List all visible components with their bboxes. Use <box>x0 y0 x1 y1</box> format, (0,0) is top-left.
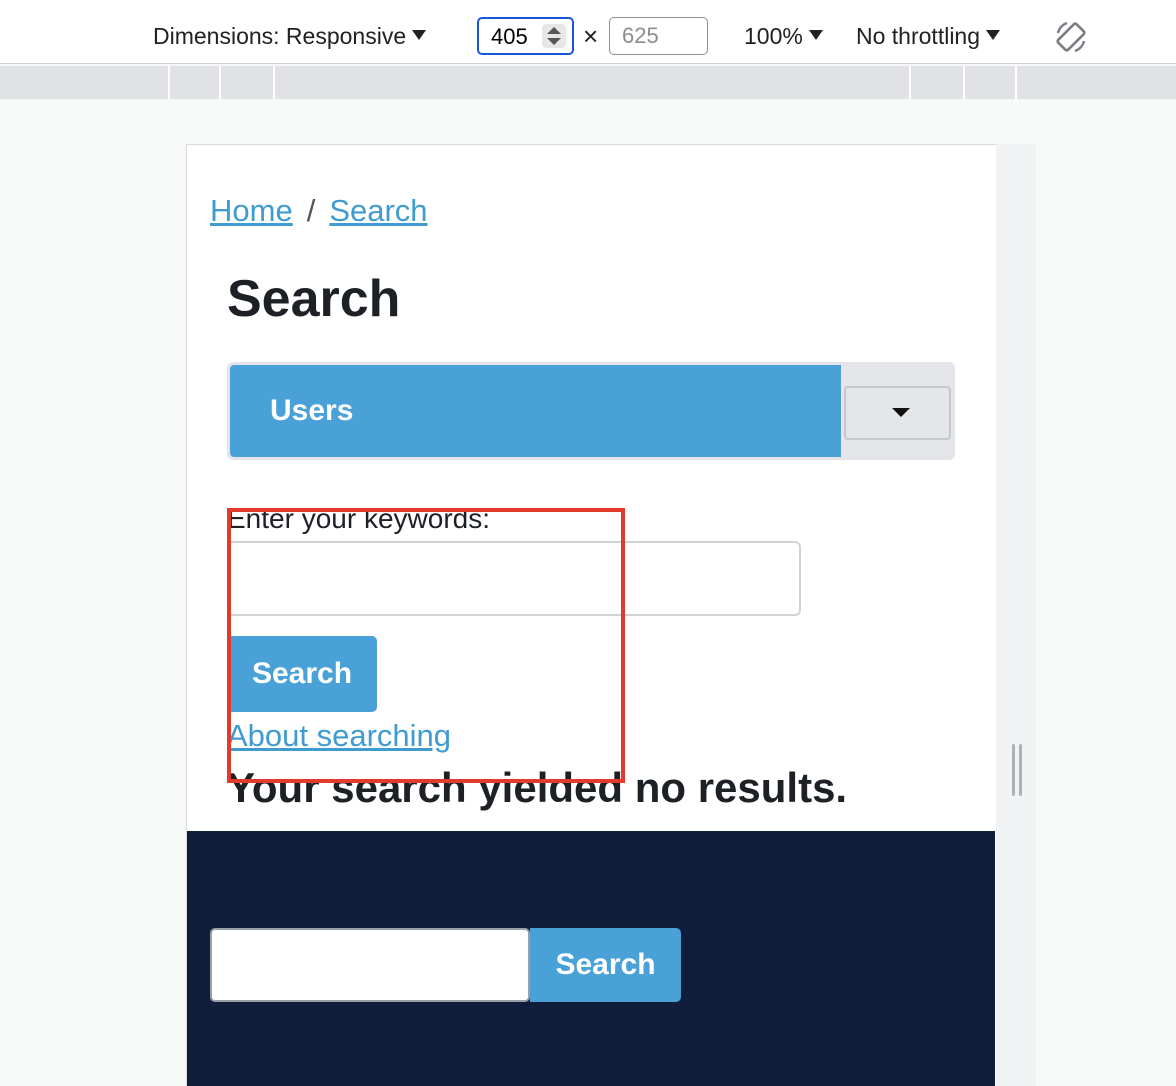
breadcrumb-home-link[interactable]: Home <box>210 193 293 228</box>
times-sign: × <box>583 21 599 51</box>
dimensions-dropdown[interactable]: Dimensions: Responsive <box>153 22 427 50</box>
search-area-toggle[interactable] <box>844 386 951 440</box>
keywords-label: Enter your keywords: <box>227 503 490 534</box>
height-placeholder: 625 <box>622 23 659 48</box>
chevron-down-icon <box>412 30 427 40</box>
zoom-dropdown[interactable]: 100% <box>744 22 823 50</box>
footer-search-input[interactable] <box>210 928 530 1002</box>
zoom-label: 100% <box>744 23 803 49</box>
caret-down-icon <box>892 408 910 417</box>
about-searching-link[interactable]: About searching <box>227 718 451 754</box>
keywords-input[interactable] <box>227 541 801 616</box>
media-query-segment[interactable] <box>168 66 170 99</box>
media-query-segment[interactable] <box>909 66 911 99</box>
devtools-toolbar: Dimensions: Responsive 405 × 625 100% No… <box>0 0 1176 64</box>
chevron-down-icon <box>986 30 1001 40</box>
media-query-bar <box>0 66 1176 99</box>
resize-handle-icon[interactable] <box>1012 744 1022 796</box>
no-results-message: Your search yielded no results. <box>227 764 848 811</box>
dimensions-label: Dimensions: Responsive <box>153 23 407 49</box>
page-footer: Search <box>187 831 995 1086</box>
throttling-dropdown[interactable]: No throttling <box>856 22 1001 50</box>
media-query-segment[interactable] <box>963 66 965 99</box>
width-value: 405 <box>491 24 528 49</box>
media-query-segment[interactable] <box>273 66 275 99</box>
rotate-device-icon[interactable] <box>1053 19 1089 55</box>
page-title: Search <box>227 270 401 328</box>
search-button[interactable]: Search <box>227 636 377 712</box>
footer-search-button[interactable]: Search <box>530 928 681 1002</box>
chevron-down-icon <box>808 30 823 40</box>
search-area-selected[interactable]: Users <box>230 365 841 457</box>
height-input[interactable]: 625 <box>609 17 708 55</box>
throttling-label: No throttling <box>856 23 981 49</box>
media-query-segment[interactable] <box>219 66 221 99</box>
width-input[interactable]: 405 <box>477 17 574 55</box>
media-query-segment[interactable] <box>1015 66 1017 99</box>
search-area-select[interactable]: Users <box>227 362 955 460</box>
emulated-viewport: Home / Search Search Users Enter your keyw… <box>186 144 996 1086</box>
breadcrumb: Home / Search <box>210 193 428 229</box>
stepper-icon[interactable] <box>542 24 566 48</box>
viewport-resize-strip <box>996 144 1036 1086</box>
breadcrumb-search-link[interactable]: Search <box>329 193 427 228</box>
breadcrumb-separator: / <box>306 193 316 228</box>
